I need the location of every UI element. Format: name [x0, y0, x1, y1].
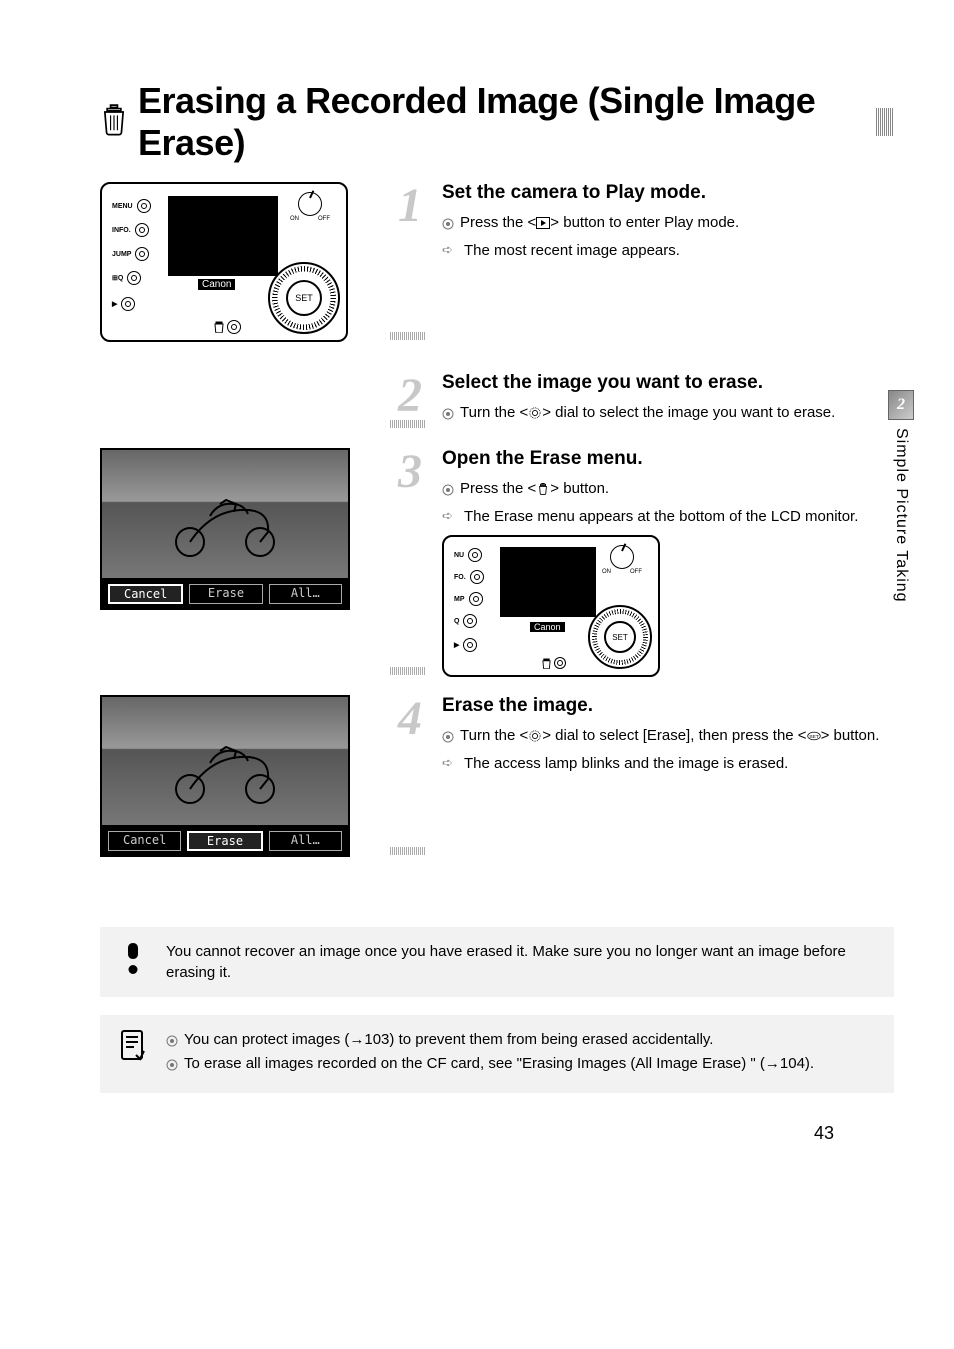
lcd-screenshot-erase: Cancel Erase All…: [100, 695, 350, 857]
dial-icon: [528, 727, 542, 749]
step-instruction: Press the <> button to enter Play mode.: [442, 212, 894, 236]
arrow-bullet-icon: ➪: [442, 754, 458, 773]
lcd-cancel-button: Cancel: [108, 831, 181, 851]
gear-bullet-icon: [166, 1032, 178, 1044]
arrow-bullet-icon: ➪: [442, 507, 458, 526]
info-note: You can protect images (→103) to prevent…: [100, 1015, 894, 1093]
arrow-bullet-icon: ➪: [442, 241, 458, 260]
trash-icon: [100, 104, 128, 141]
step-result: ➪ The most recent image appears.: [442, 240, 894, 262]
step-instruction: Press the <> button.: [442, 478, 894, 502]
chapter-tab: 2 Simple Picture Taking: [888, 390, 914, 603]
chapter-label: Simple Picture Taking: [892, 428, 910, 603]
svg-text:SET: SET: [809, 734, 819, 740]
note-icon: [118, 1029, 148, 1069]
lcd-erase-button: Erase: [189, 584, 262, 604]
dial-icon: [528, 404, 542, 426]
page-title: Erasing a Recorded Image (Single Image E…: [138, 80, 866, 164]
lcd-screenshot-cancel: Cancel Erase All…: [100, 448, 350, 610]
step-result: ➪ The Erase menu appears at the bottom o…: [442, 506, 894, 528]
warning-note: You cannot recover an image once you hav…: [100, 927, 894, 997]
step-number: 1: [390, 182, 430, 342]
lcd-all-button: All…: [269, 584, 342, 604]
step-number: 3: [390, 448, 430, 678]
gear-bullet-icon: [166, 1056, 178, 1068]
page-number: 43: [100, 1123, 894, 1144]
step-number: 4: [390, 695, 430, 857]
lcd-erase-button: Erase: [187, 831, 262, 851]
camera-back-diagram: MENU INFO. JUMP ⊞⁠Q ▶ Canon ONOFF SET: [100, 182, 348, 342]
camera-back-diagram-small: NU FO. MP Q ▶ Canon ONOFF SET: [442, 535, 660, 677]
step-instruction: Turn the <> dial to select the image you…: [442, 402, 894, 426]
gear-bullet-icon: [442, 405, 454, 417]
step-heading: Open the Erase menu.: [442, 448, 894, 470]
lcd-all-button: All…: [269, 831, 342, 851]
gear-bullet-icon: [442, 481, 454, 493]
step-result: ➪ The access lamp blinks and the image i…: [442, 753, 894, 775]
step-heading: Select the image you want to erase.: [442, 372, 894, 394]
warning-icon: [118, 941, 148, 981]
set-icon: SET: [807, 727, 821, 749]
chapter-number: 2: [888, 390, 914, 420]
step-heading: Set the camera to Play mode.: [442, 182, 894, 204]
step-heading: Erase the image.: [442, 695, 894, 717]
trash-icon: [536, 480, 550, 502]
step-number: 2: [390, 372, 430, 430]
step-instruction: Turn the <> dial to select [Erase], then…: [442, 725, 894, 749]
gear-bullet-icon: [442, 215, 454, 227]
gear-bullet-icon: [442, 728, 454, 740]
play-icon: [536, 214, 550, 236]
lcd-cancel-button: Cancel: [108, 584, 183, 604]
title-decoration: [876, 108, 894, 136]
